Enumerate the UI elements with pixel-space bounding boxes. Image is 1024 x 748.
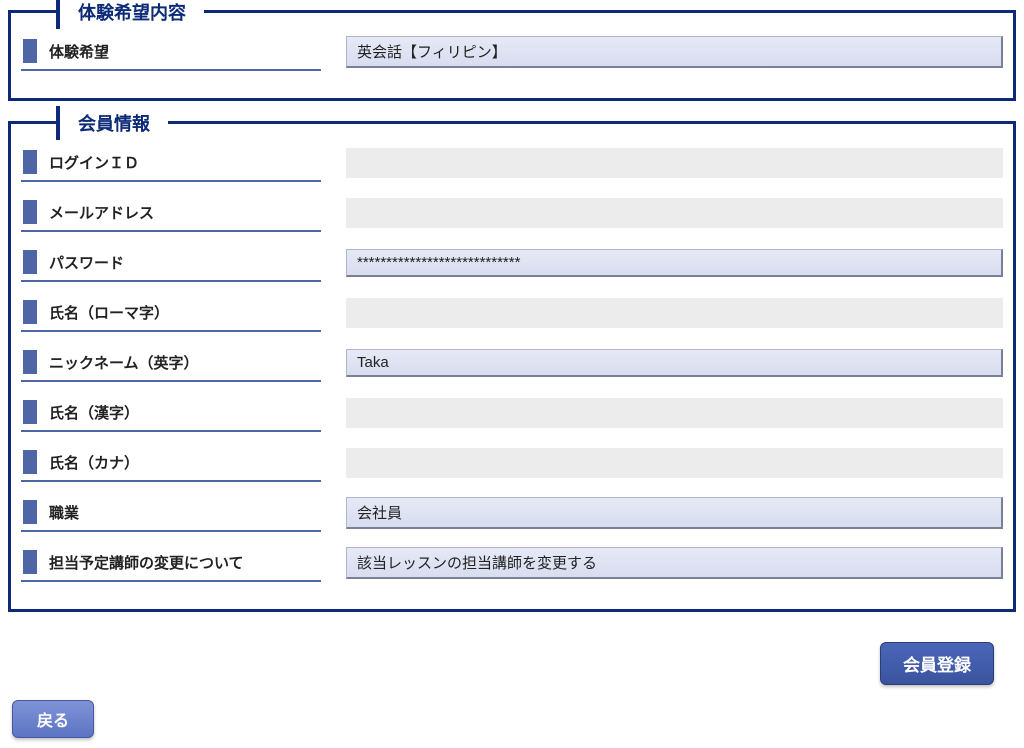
- row-name-romaji: 氏名（ローマ字）: [21, 294, 1003, 332]
- value-nickname: Taka: [346, 349, 1003, 377]
- label-text: 体験希望: [49, 41, 109, 62]
- value-instructor-change: 該当レッスンの担当講師を変更する: [346, 547, 1003, 579]
- label-marker-icon: [23, 350, 37, 374]
- value-name-kana: [346, 448, 1003, 478]
- label-occupation: 職業: [21, 494, 321, 532]
- label-marker-icon: [23, 39, 37, 63]
- label-text: パスワード: [49, 252, 124, 273]
- fieldset-trial: 体験希望内容 体験希望 英会話【フィリピン】: [8, 10, 1016, 101]
- row-occupation: 職業 会社員: [21, 494, 1003, 532]
- label-marker-icon: [23, 300, 37, 324]
- back-button-wrap: 戻る: [0, 695, 1024, 748]
- label-name-romaji: 氏名（ローマ字）: [21, 294, 321, 332]
- row-nickname: ニックネーム（英字） Taka: [21, 344, 1003, 382]
- back-button[interactable]: 戻る: [12, 700, 94, 738]
- row-name-kanji: 氏名（漢字）: [21, 394, 1003, 432]
- value-wrap: Taka: [346, 344, 1003, 382]
- value-wrap: 会社員: [346, 494, 1003, 532]
- value-password: ****************************: [346, 249, 1003, 277]
- value-name-romaji: [346, 298, 1003, 328]
- value-wrap: [346, 144, 1003, 182]
- row-instructor-change: 担当予定講師の変更について 該当レッスンの担当講師を変更する: [21, 544, 1003, 582]
- value-name-kanji: [346, 398, 1003, 428]
- value-wrap: 該当レッスンの担当講師を変更する: [346, 544, 1003, 582]
- value-wrap: [346, 444, 1003, 482]
- label-text: ニックネーム（英字）: [49, 352, 199, 373]
- label-marker-icon: [23, 450, 37, 474]
- fieldset-member: 会員情報 ログインＩＤ メールアドレス パスワード **************…: [8, 121, 1016, 612]
- label-text: メールアドレス: [49, 202, 154, 223]
- value-wrap: [346, 394, 1003, 432]
- label-text: 職業: [49, 502, 79, 523]
- row-login-id: ログインＩＤ: [21, 144, 1003, 182]
- label-email: メールアドレス: [21, 194, 321, 232]
- label-nickname: ニックネーム（英字）: [21, 344, 321, 382]
- value-login-id: [346, 148, 1003, 178]
- label-name-kanji: 氏名（漢字）: [21, 394, 321, 432]
- label-trial-preference: 体験希望: [21, 33, 321, 71]
- label-text: 氏名（ローマ字）: [49, 302, 169, 323]
- label-text: 担当予定講師の変更について: [49, 552, 244, 573]
- label-password: パスワード: [21, 244, 321, 282]
- label-marker-icon: [23, 550, 37, 574]
- label-name-kana: 氏名（カナ）: [21, 444, 321, 482]
- label-login-id: ログインＩＤ: [21, 144, 321, 182]
- label-marker-icon: [23, 250, 37, 274]
- legend-trial: 体験希望内容: [56, 0, 204, 29]
- row-password: パスワード ****************************: [21, 244, 1003, 282]
- value-trial-preference: 英会話【フィリピン】: [346, 36, 1003, 68]
- value-occupation: 会社員: [346, 497, 1003, 529]
- row-name-kana: 氏名（カナ）: [21, 444, 1003, 482]
- register-button[interactable]: 会員登録: [880, 642, 994, 685]
- value-wrap: ****************************: [346, 244, 1003, 282]
- value-wrap: [346, 194, 1003, 232]
- row-email: メールアドレス: [21, 194, 1003, 232]
- button-bar: 会員登録: [0, 632, 1024, 695]
- value-wrap: 英会話【フィリピン】: [346, 33, 1003, 71]
- row-trial-preference: 体験希望 英会話【フィリピン】: [21, 33, 1003, 71]
- label-marker-icon: [23, 400, 37, 424]
- label-text: 氏名（漢字）: [49, 402, 139, 423]
- legend-member: 会員情報: [56, 106, 168, 140]
- value-email: [346, 198, 1003, 228]
- label-marker-icon: [23, 200, 37, 224]
- label-instructor-change: 担当予定講師の変更について: [21, 544, 321, 582]
- label-text: 氏名（カナ）: [49, 452, 139, 473]
- value-wrap: [346, 294, 1003, 332]
- label-text: ログインＩＤ: [49, 152, 139, 173]
- label-marker-icon: [23, 150, 37, 174]
- label-marker-icon: [23, 500, 37, 524]
